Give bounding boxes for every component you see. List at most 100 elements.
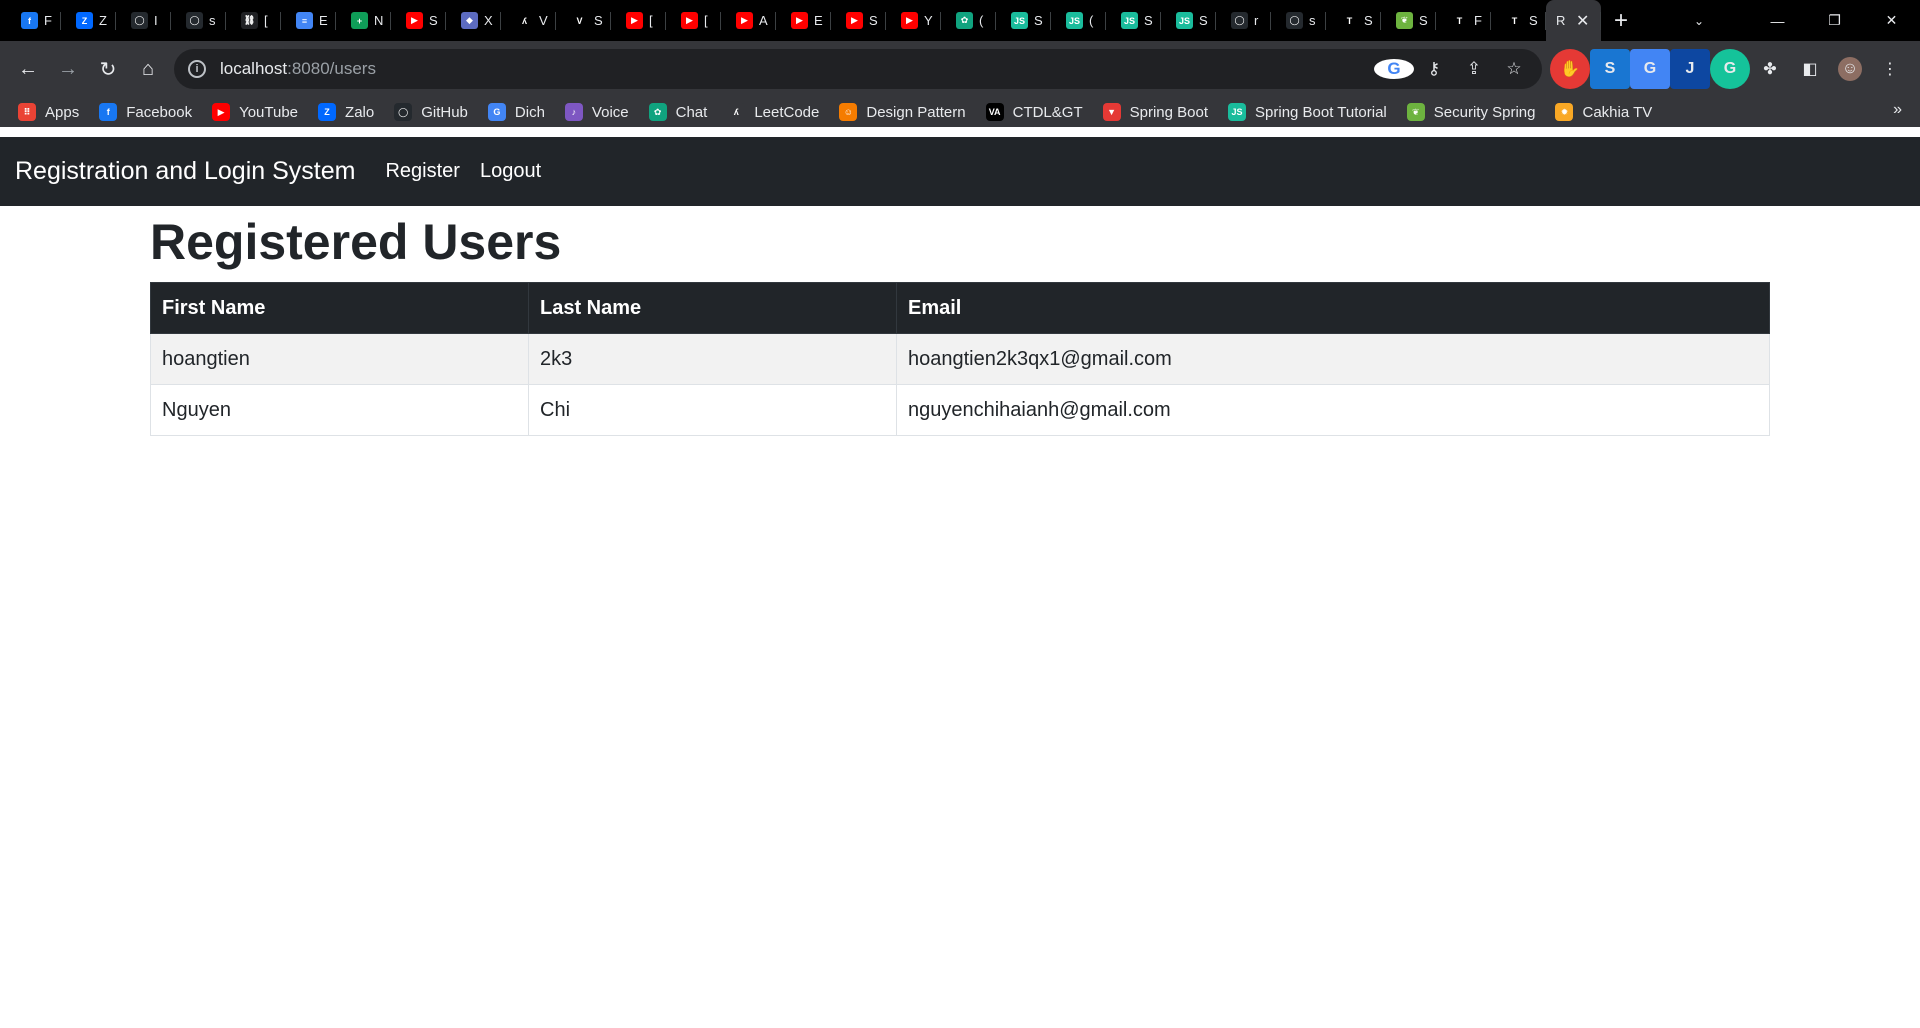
browser-tab[interactable]: fF <box>6 0 61 41</box>
cell-email: hoangtien2k3qx1@gmail.com <box>896 333 1770 385</box>
register-link[interactable]: Register <box>385 160 459 183</box>
extensions-area: ✋ S G J G ✤ ◧ ☺ ⋮ <box>1550 49 1910 89</box>
tab-search-icon[interactable]: ⌄ <box>1679 0 1719 41</box>
logout-link[interactable]: Logout <box>480 160 541 183</box>
bookmark-item[interactable]: ▶ YouTube <box>212 103 298 121</box>
restore-icon[interactable]: ❐ <box>1806 0 1863 41</box>
github-icon: ◯ <box>1286 12 1303 29</box>
j-icon: J <box>1670 49 1710 89</box>
browser-tab[interactable]: ❦ S <box>1381 0 1436 41</box>
browser-tab[interactable]: ▶ Y <box>886 0 941 41</box>
browser-tab[interactable]: ▶ S <box>831 0 886 41</box>
github-icon: ◯ <box>186 12 203 29</box>
youtube-icon: ▶ <box>406 12 423 29</box>
browser-tab[interactable]: ◯ I <box>116 0 171 41</box>
browser-tab[interactable]: TS <box>1326 0 1381 41</box>
tab-title: E <box>319 13 328 28</box>
active-tab[interactable]: R ✕ <box>1546 0 1601 41</box>
bookmark-item[interactable]: ◯ GitHub <box>394 103 468 121</box>
back-button[interactable]: ← <box>8 49 48 89</box>
tab-title: S <box>1034 13 1043 28</box>
browser-tab[interactable]: + N <box>336 0 391 41</box>
youtube-icon: ▶ <box>846 12 863 29</box>
translate-extension-icon[interactable]: G <box>1630 49 1670 89</box>
browser-tab[interactable]: ≡ E <box>281 0 336 41</box>
browser-tab[interactable]: ZZ <box>61 0 116 41</box>
grammarly-extension-icon[interactable]: G <box>1710 49 1750 89</box>
cakhia-icon: ✹ <box>1555 103 1574 121</box>
bookmark-label: Facebook <box>126 103 193 121</box>
bookmarks-overflow-icon[interactable]: » <box>1893 101 1902 119</box>
spring-icon: ❦ <box>1406 103 1425 121</box>
browser-tab[interactable]: JS ( <box>1051 0 1106 41</box>
browser-tab[interactable]: ✿( <box>941 0 996 41</box>
browser-tab[interactable]: ◯ s <box>171 0 226 41</box>
bookmark-item[interactable]: JS Spring Boot Tutorial <box>1228 103 1387 121</box>
forward-button[interactable]: → <box>48 49 88 89</box>
browser-tab[interactable]: JS S <box>1106 0 1161 41</box>
browser-tab[interactable]: TS <box>1491 0 1546 41</box>
extensions-puzzle-icon[interactable]: ✤ <box>1750 49 1790 89</box>
bookmark-label: Voice <box>591 103 629 121</box>
site-info-icon[interactable]: i <box>188 60 206 78</box>
tab-title: E <box>814 13 823 28</box>
browser-tab[interactable]: ⛓[ <box>226 0 281 41</box>
bookmark-item[interactable]: ❦ Security Spring <box>1406 103 1535 121</box>
bookmark-item[interactable]: G Dich <box>487 103 545 121</box>
address-bar[interactable]: i localhost:8080/users G ⚷ ⇪ ☆ <box>174 49 1542 89</box>
browser-tab[interactable]: ◆ X <box>446 0 501 41</box>
bookmark-item[interactable]: f Facebook <box>99 103 192 121</box>
brand-link[interactable]: Registration and Login System <box>15 157 355 186</box>
youtube-icon: ▶ <box>736 12 753 29</box>
tab-close-icon[interactable]: ✕ <box>1576 11 1589 31</box>
browser-tab[interactable]: ▶ A <box>721 0 776 41</box>
users-table: First Name Last Name Email hoangtien 2k3… <box>150 282 1770 436</box>
adblock-extension-icon[interactable]: ✋ <box>1550 49 1590 89</box>
tab-title: S <box>1419 13 1428 28</box>
t-icon: T <box>1506 12 1523 29</box>
bookmark-item[interactable]: ♪ Voice <box>564 103 629 121</box>
browser-tab[interactable]: ◯ r <box>1216 0 1271 41</box>
share-icon[interactable]: ⇪ <box>1454 59 1494 79</box>
window-close-icon[interactable]: ✕ <box>1863 0 1920 41</box>
bookmark-item[interactable]: VA CTDL&GT <box>985 103 1083 121</box>
browser-tab[interactable]: ▶[ <box>611 0 666 41</box>
js-icon: JS <box>1121 12 1138 29</box>
browser-tab[interactable]: ▶[ <box>666 0 721 41</box>
tab-title: r <box>1254 13 1259 28</box>
leetcode-icon: ʎ <box>727 103 746 121</box>
minimize-icon[interactable]: — <box>1749 0 1806 41</box>
profile-avatar[interactable]: ☺ <box>1830 49 1870 89</box>
bookmark-item[interactable]: ʎ LeetCode <box>727 103 819 121</box>
bookmark-label: Chat <box>675 103 708 121</box>
password-key-icon[interactable]: ⚷ <box>1414 59 1454 79</box>
browser-tab[interactable]: JS S <box>996 0 1051 41</box>
browser-tab[interactable]: ◯ s <box>1271 0 1326 41</box>
browser-tab[interactable]: ▶ E <box>776 0 831 41</box>
google-lens-icon[interactable]: G <box>1374 59 1414 79</box>
browser-tab[interactable]: VS <box>556 0 611 41</box>
browser-menu-icon[interactable]: ⋮ <box>1870 49 1910 89</box>
browser-tab[interactable]: JS S <box>1161 0 1216 41</box>
s-extension-icon[interactable]: S <box>1590 49 1630 89</box>
bookmark-item[interactable]: ⠿ Apps <box>18 103 79 121</box>
browser-tab[interactable]: ▶ S <box>391 0 446 41</box>
bookmark-item[interactable]: ☺ Design Pattern <box>839 103 966 121</box>
browser-tab[interactable]: ʎV <box>501 0 556 41</box>
tab-title: S <box>1529 13 1538 28</box>
browser-tab[interactable]: TF <box>1436 0 1491 41</box>
js-icon: JS <box>1011 12 1028 29</box>
j-extension-icon[interactable]: J <box>1670 49 1710 89</box>
bookmark-item[interactable]: ✹ Cakhia TV <box>1555 103 1652 121</box>
home-button[interactable]: ⌂ <box>128 49 168 89</box>
bookmark-item[interactable]: ✿ Chat <box>648 103 708 121</box>
reload-button[interactable]: ↻ <box>88 49 128 89</box>
github-icon: ◯ <box>394 103 413 121</box>
new-tab-button[interactable]: + <box>1601 0 1641 41</box>
bookmark-star-icon[interactable]: ☆ <box>1494 59 1534 79</box>
tab-title: S <box>1199 13 1208 28</box>
side-panel-icon[interactable]: ◧ <box>1790 49 1830 89</box>
bookmark-item[interactable]: Z Zalo <box>318 103 374 121</box>
url-text[interactable]: localhost:8080/users <box>220 59 376 79</box>
bookmark-item[interactable]: ▼ Spring Boot <box>1102 103 1208 121</box>
